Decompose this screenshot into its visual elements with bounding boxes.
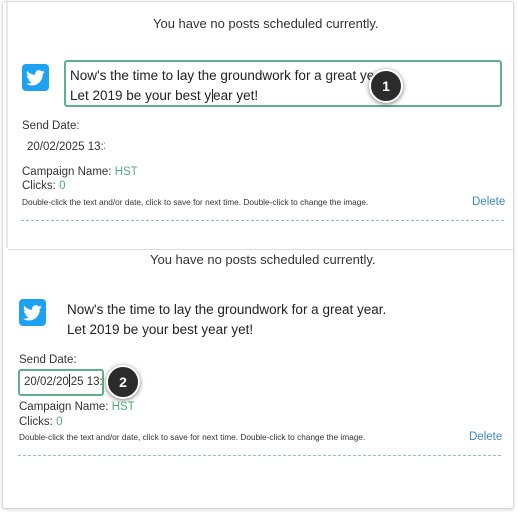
help-text: Double-click the text and/or date, click… [19, 432, 366, 442]
post-text-line-1: Now's the time to lay the groundwork for… [70, 68, 390, 83]
campaign-name-value: HST [114, 166, 138, 178]
campaign-name-label: Campaign Name: [22, 166, 112, 178]
delete-link[interactable]: Delete [469, 431, 502, 443]
step-badge-2: 2 [106, 365, 140, 399]
post-text[interactable]: Now's the time to lay the groundwork for… [67, 300, 487, 340]
twitter-bird-icon[interactable] [22, 64, 49, 91]
send-date-value-end: 25 13:3 [70, 376, 103, 388]
send-date-value-start: 20/02/20 [24, 376, 69, 388]
clicks-label: Clicks: [19, 416, 53, 428]
post-text-line-1: Now's the time to lay the groundwork for… [67, 302, 387, 317]
send-date-field[interactable]: 20/02/2025 13:3 [27, 141, 105, 153]
post-text-line-2-start: Let 2019 be your best y [70, 88, 212, 103]
delete-link[interactable]: Delete [472, 196, 505, 208]
twitter-bird-icon[interactable] [19, 299, 46, 326]
campaign-name-value: HST [111, 401, 135, 413]
campaign-name-label: Campaign Name: [19, 401, 109, 413]
post-separator [21, 220, 504, 221]
post-text-editor[interactable]: Now's the time to lay the groundwork for… [64, 60, 502, 107]
help-text: Double-click the text and/or date, click… [22, 197, 369, 207]
post-text-line-2-end: ear yet! [213, 88, 259, 103]
campaign-name-row: Campaign Name: HST [22, 166, 138, 178]
clicks-value: 0 [59, 180, 66, 192]
empty-posts-message: You have no posts scheduled currently. [150, 252, 376, 267]
section-divider [8, 249, 514, 250]
clicks-value: 0 [56, 416, 63, 428]
clicks-row: Clicks: 0 [19, 416, 62, 428]
step-badge-1: 1 [369, 69, 403, 103]
post-card-1 [6, 0, 518, 248]
empty-posts-message: You have no posts scheduled currently. [153, 16, 379, 31]
clicks-row: Clicks: 0 [22, 180, 65, 192]
post-text-line-2: Let 2019 be your best year yet! [67, 322, 254, 337]
send-date-field-editing[interactable]: 20/02/2025 13:3 [18, 369, 104, 396]
campaign-name-row: Campaign Name: HST [19, 401, 135, 413]
send-date-label: Send Date: [19, 354, 77, 366]
post-separator [18, 455, 501, 456]
send-date-label: Send Date: [22, 120, 80, 132]
clicks-label: Clicks: [22, 180, 56, 192]
